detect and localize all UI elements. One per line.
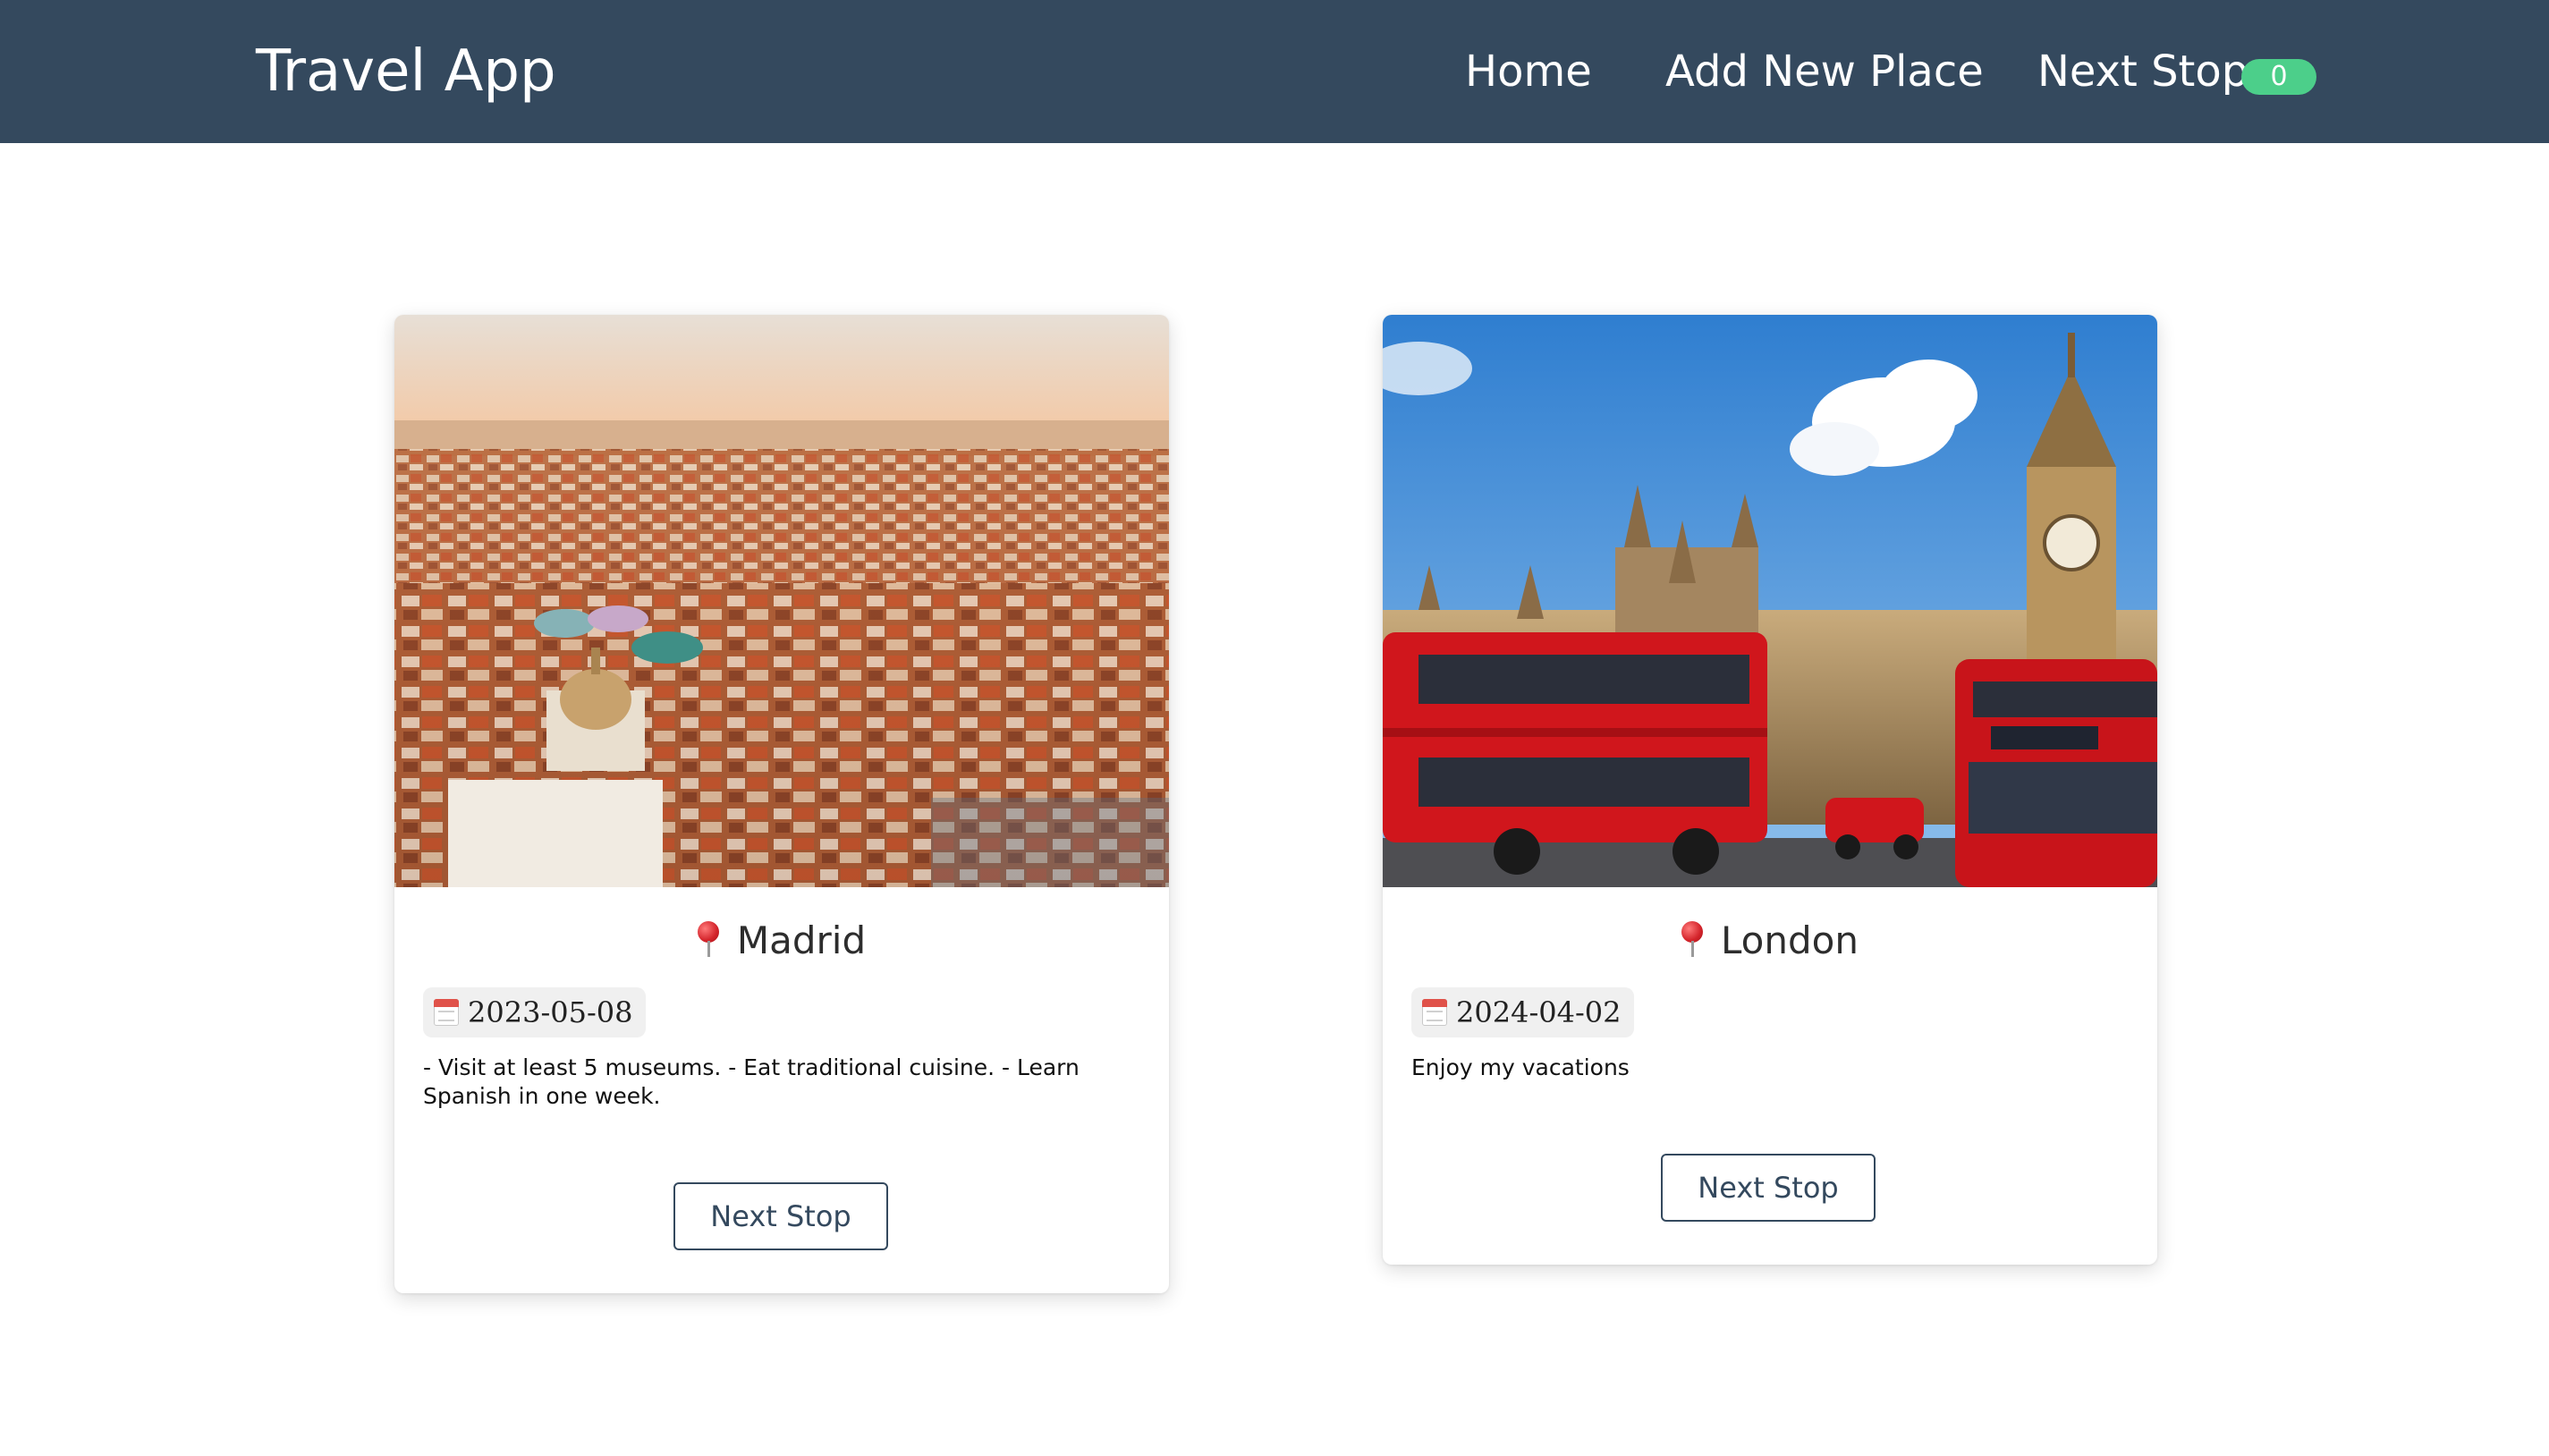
calendar-icon	[434, 999, 459, 1026]
place-name: Madrid	[736, 918, 867, 962]
place-card-london: London 2024-04-02 Enjoy my vacations Nex…	[1383, 315, 2157, 1265]
map-pin-icon	[697, 921, 719, 957]
place-date: 2024-04-02	[1456, 995, 1622, 1029]
app-brand[interactable]: Travel App	[256, 34, 556, 109]
london-photo	[1383, 315, 2157, 887]
top-navbar: Travel App Home Add New Place Next Stop …	[0, 0, 2549, 143]
next-stop-button-madrid[interactable]: Next Stop	[673, 1182, 888, 1250]
place-date-chip: 2023-05-08	[423, 987, 646, 1037]
next-stop-count-badge: 0	[2241, 59, 2316, 95]
place-name: London	[1721, 918, 1859, 962]
place-date-chip: 2024-04-02	[1411, 987, 1634, 1037]
next-stop-button-london[interactable]: Next Stop	[1661, 1154, 1876, 1222]
nav-home-link[interactable]: Home	[1465, 43, 1592, 100]
madrid-aerial-city-photo	[394, 315, 1169, 887]
place-date: 2023-05-08	[468, 995, 633, 1029]
place-description: Enjoy my vacations	[1411, 1054, 1630, 1080]
place-card-madrid: Madrid 2023-05-08 - Visit at least 5 mus…	[394, 315, 1169, 1293]
map-pin-icon	[1681, 921, 1704, 957]
place-title: London	[1383, 914, 2157, 968]
place-title: Madrid	[394, 914, 1169, 968]
place-description: - Visit at least 5 museums. - Eat tradit…	[423, 1054, 1080, 1109]
calendar-icon	[1422, 999, 1447, 1026]
nav-add-new-place-link[interactable]: Add New Place	[1665, 43, 1984, 100]
london-big-ben-red-buses-photo	[1383, 315, 2157, 887]
nav-next-stop-link[interactable]: Next Stop	[2037, 43, 2248, 100]
madrid-photo	[394, 315, 1169, 887]
